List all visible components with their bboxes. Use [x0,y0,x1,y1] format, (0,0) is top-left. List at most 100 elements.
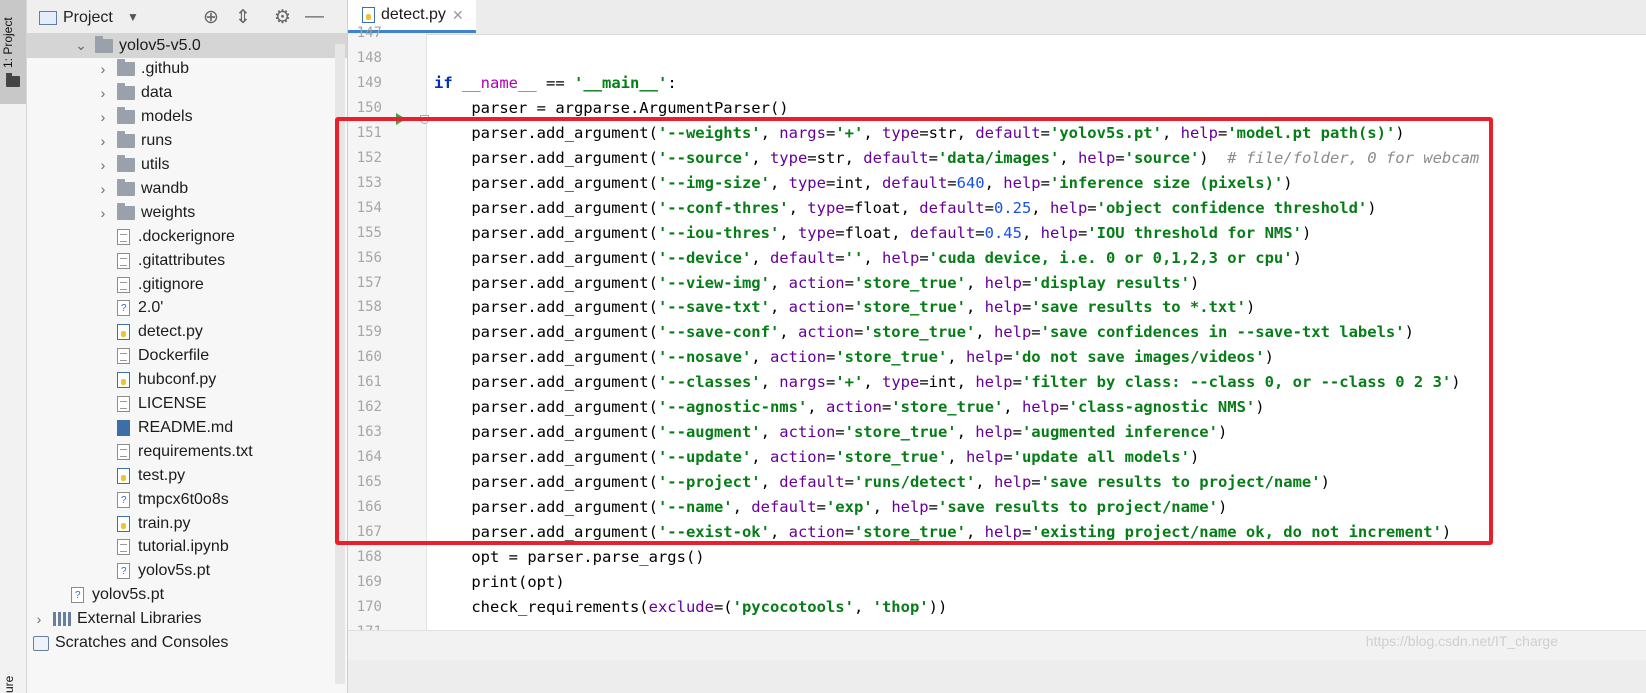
text-file-icon [117,228,130,245]
tree-folder-item[interactable]: › wandb [97,176,188,201]
tree-item-label: External Libraries [77,610,202,628]
tool-window-strip: 1: Project ure [0,0,27,693]
chevron-right-icon[interactable]: › [97,133,109,149]
project-view-icon [39,11,57,25]
tree-file-item[interactable]: tmpcx6t0o8s [117,487,229,512]
tree-file-item[interactable]: .gitattributes [117,248,225,273]
highlight-annotation-box [335,117,1493,545]
tree-file-item[interactable]: requirements.txt [117,439,253,464]
text-file-icon [117,276,130,293]
unknown-file-icon [117,300,130,317]
editor-tab-bar: detect.py ✕ [348,0,1646,35]
library-icon [53,612,71,627]
tree-file-item[interactable]: Dockerfile [117,344,209,369]
tree-file-item[interactable]: yolov5s.pt [71,583,164,608]
line-number: 169 [356,573,382,590]
folder-icon [117,202,135,220]
line-number: 149 [356,74,382,91]
tree-file-item[interactable]: yolov5s.pt [117,559,210,584]
tree-folder-item[interactable]: › runs [97,129,172,154]
tree-file-item[interactable]: › External Libraries [33,607,202,632]
python-file-icon [117,372,130,389]
text-file-icon [117,443,130,460]
folder-icon [95,35,113,53]
chevron-right-icon[interactable]: › [97,85,109,101]
chevron-right-icon[interactable]: › [97,205,109,221]
project-panel-header: Project ▼ ⊕ ⇕ ⚙ — [27,0,347,37]
code-line[interactable]: opt = parser.parse_args() [434,545,704,570]
tree-item-label: detect.py [138,323,203,341]
code-line[interactable]: if __name__ == '__main__': [434,71,677,96]
tree-item-label: requirements.txt [138,442,253,460]
close-icon[interactable]: ✕ [452,7,464,24]
line-number: 147 [356,25,382,41]
tree-file-item[interactable]: Scratches and Consoles [33,631,228,656]
tree-folder-item[interactable]: ⌄ yolov5-v5.0 [27,33,347,58]
tree-item-label: data [141,84,173,102]
python-file-icon [117,324,130,341]
chevron-down-icon[interactable]: ▼ [127,10,139,24]
tab-label: detect.py [381,6,446,23]
folder-icon [117,155,135,172]
chevron-right-icon[interactable]: › [33,611,45,627]
tree-folder-item[interactable]: › data [97,81,172,106]
tree-item-label: yolov5s.pt [92,586,165,604]
chevron-right-icon[interactable]: › [97,181,109,197]
tree-item-label: .dockerignore [138,227,235,245]
collapse-all-icon[interactable]: ⇕ [235,6,251,29]
tree-file-item[interactable]: test.py [117,463,185,488]
tree-file-item[interactable]: train.py [117,511,190,536]
locate-icon[interactable]: ⊕ [203,6,219,29]
chevron-down-icon[interactable]: ⌄ [75,37,87,54]
line-number: 168 [356,548,382,565]
folder-icon [117,131,135,149]
gear-icon[interactable]: ⚙ [274,6,291,29]
project-panel-title[interactable]: Project [63,9,113,27]
tree-folder-item[interactable]: › utils [97,153,169,178]
folder-icon [117,107,135,125]
project-tool-tab[interactable]: 1: Project [0,0,26,104]
tree-item-label: .gitignore [138,275,204,293]
project-panel: Project ▼ ⊕ ⇕ ⚙ — ⌄ yolov5-v5.0 › .github › d… [27,0,348,693]
scratch-icon [33,635,49,651]
tree-item-label: README.md [138,418,234,436]
folder-icon [117,59,135,77]
line-number: 170 [356,598,382,615]
tree-item-label: .gitattributes [138,251,226,269]
tree-item-label: LICENSE [138,395,207,412]
folder-icon [117,178,135,196]
tree-item-label: yolov5-v5.0 [119,36,201,54]
tree-item-label: wandb [141,179,189,197]
chevron-right-icon[interactable]: › [97,157,109,173]
tree-item-label: runs [141,132,173,150]
tree-file-item[interactable]: README.md [117,415,233,440]
tree-file-item[interactable]: .dockerignore [117,224,235,249]
tree-file-item[interactable]: detect.py [117,320,203,345]
chevron-right-icon[interactable]: › [97,61,109,77]
bottom-bar [348,660,1646,693]
tree-item-label: Dockerfile [138,347,210,365]
code-line[interactable]: check_requirements(exclude=('pycocotools… [434,595,947,620]
hide-icon[interactable]: — [305,6,324,28]
tree-folder-item[interactable]: › models [97,105,193,130]
tree-item-label: weights [141,203,196,221]
tree-file-item[interactable]: LICENSE [117,392,206,417]
tree-file-item[interactable]: 2.0' [117,296,163,321]
tree-item-label: utils [141,156,170,173]
text-file-icon [117,396,130,412]
unknown-file-icon [117,563,130,580]
text-file-icon [117,539,130,556]
tree-file-item[interactable]: hubconf.py [117,368,216,393]
tree-item-label: hubconf.py [138,371,217,389]
tree-file-item[interactable]: .gitignore [117,272,204,297]
tree-folder-item[interactable]: › weights [97,200,195,225]
tree-item-label: tutorial.ipynb [138,538,229,556]
tree-item-label: models [141,108,193,126]
structure-tool-tab[interactable]: ure [2,671,16,693]
tree-item-label: .github [141,60,190,78]
tree-folder-item[interactable]: › .github [97,57,189,82]
unknown-file-icon [117,491,130,508]
chevron-right-icon[interactable]: › [97,109,109,125]
tree-file-item[interactable]: tutorial.ipynb [117,535,229,560]
code-line[interactable]: print(opt) [434,570,564,595]
